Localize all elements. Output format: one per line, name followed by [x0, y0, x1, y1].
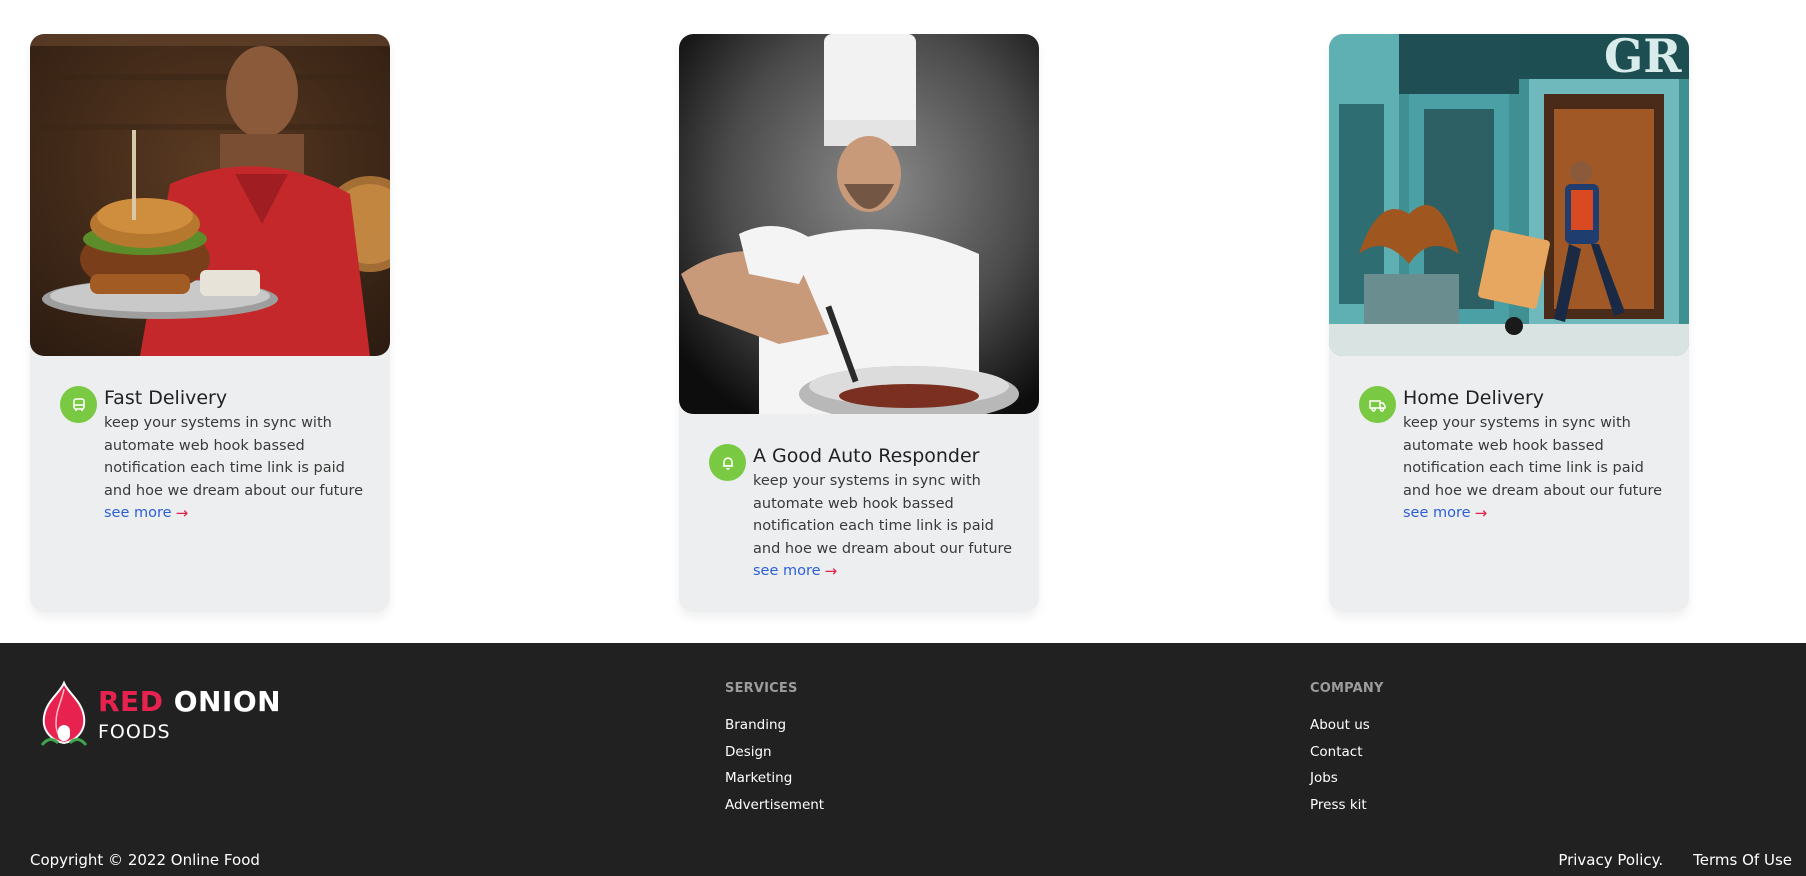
copyright-text: Copyright © 2022 Online Food [30, 851, 260, 869]
onion-logo-icon [40, 680, 88, 746]
arrow-right-icon: → [1474, 504, 1488, 522]
see-more-link[interactable]: see more → [1403, 502, 1487, 524]
services-heading: SERVICES [725, 681, 798, 696]
footer-link-branding[interactable]: Branding [725, 712, 824, 739]
see-more-label: see more [104, 505, 172, 521]
bus-icon [60, 386, 97, 423]
card-title: Fast Delivery [104, 387, 228, 409]
logo-word-red: RED [98, 685, 164, 718]
company-heading: COMPANY [1310, 681, 1384, 696]
logo-subtitle: FOODS [98, 721, 171, 743]
footer-link-jobs[interactable]: Jobs [1310, 765, 1384, 792]
card-description: keep your systems in sync with automate … [753, 473, 1013, 557]
feature-card-auto-responder: A Good Auto Responder keep your systems … [679, 34, 1039, 612]
brand-logo[interactable]: RED ONION FOODS [38, 679, 281, 747]
courier-delivery-photo: GR [1329, 34, 1689, 356]
privacy-policy-link[interactable]: Privacy Policy. [1558, 851, 1663, 869]
logo-wordmark: RED ONION FOODS [98, 685, 282, 744]
footer-company: COMPANY About us Contact Jobs Press kit [1310, 681, 1384, 818]
see-more-link[interactable]: see more → [753, 560, 837, 582]
bell-icon [709, 444, 746, 481]
site-footer: RED ONION FOODS SERVICES Branding Design… [0, 643, 1806, 876]
svg-text:GR: GR [1604, 34, 1682, 83]
features-section: Fast Delivery keep your systems in sync … [0, 0, 1806, 643]
terms-of-use-link[interactable]: Terms Of Use [1693, 851, 1792, 869]
card-description: keep your systems in sync with automate … [104, 415, 364, 499]
footer-link-marketing[interactable]: Marketing [725, 765, 824, 792]
legal-links: Privacy Policy. Terms Of Use [1558, 851, 1792, 869]
card-description: keep your systems in sync with automate … [1403, 415, 1663, 499]
logo-word-white: ONION [173, 685, 282, 718]
footer-services: SERVICES Branding Design Marketing Adver… [725, 681, 824, 818]
arrow-right-icon: → [175, 504, 189, 522]
card-title: A Good Auto Responder [753, 445, 980, 467]
footer-link-contact[interactable]: Contact [1310, 739, 1384, 766]
arrow-right-icon: → [824, 562, 838, 580]
truck-icon [1359, 386, 1396, 423]
footer-link-design[interactable]: Design [725, 739, 824, 766]
footer-link-advertisement[interactable]: Advertisement [725, 792, 824, 819]
see-more-link[interactable]: see more → [104, 502, 188, 524]
burger-waiter-photo [30, 34, 390, 356]
feature-card-fast-delivery: Fast Delivery keep your systems in sync … [30, 34, 390, 612]
chef-cooking-photo [679, 34, 1039, 414]
see-more-label: see more [753, 563, 821, 579]
footer-link-about-us[interactable]: About us [1310, 712, 1384, 739]
card-title: Home Delivery [1403, 387, 1545, 409]
footer-link-press-kit[interactable]: Press kit [1310, 792, 1384, 819]
feature-card-home-delivery: GR Home Delivery keep your systems in sy… [1329, 34, 1689, 612]
see-more-label: see more [1403, 505, 1471, 521]
